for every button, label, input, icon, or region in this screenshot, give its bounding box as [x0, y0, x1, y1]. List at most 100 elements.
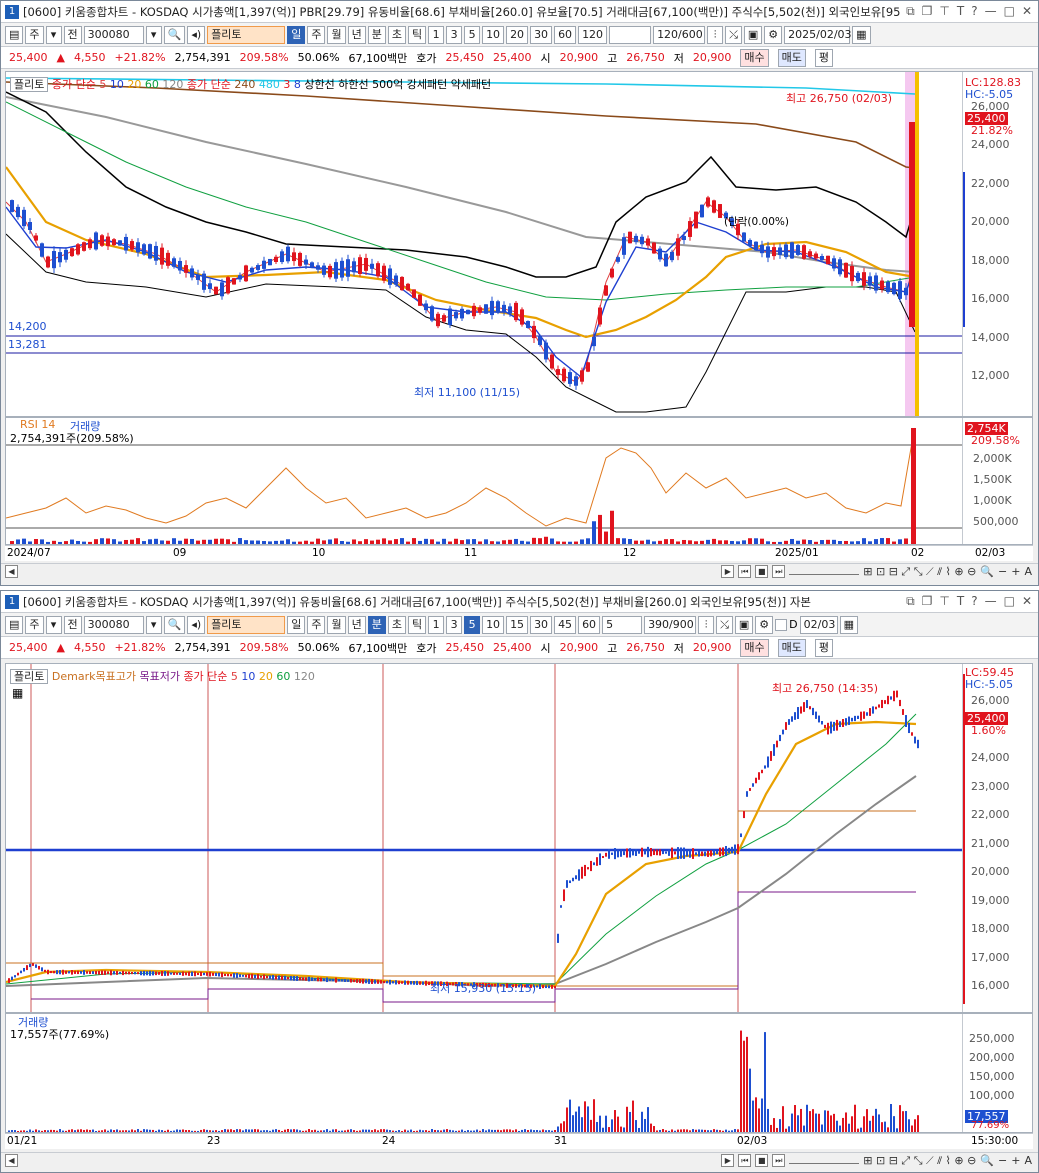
daily-price-chart[interactable]: 플리토 종가 단순 5 10 20 60 120 종가 단순 240 480 3… — [5, 71, 1033, 417]
dropdown-chevron-icon[interactable]: ▾ — [45, 615, 62, 634]
draw-icon[interactable]: ⤯ — [716, 615, 733, 634]
restore-icon[interactable]: ❐ — [922, 594, 933, 609]
zoom-icon[interactable]: 🔍 — [980, 565, 994, 578]
interval-1[interactable]: 1 — [428, 615, 445, 634]
stop-icon[interactable]: ■ — [755, 565, 769, 578]
code-dropdown-icon[interactable]: ▾ — [145, 25, 162, 44]
interval-30[interactable]: 30 — [530, 25, 553, 44]
search-icon[interactable]: 🔍 — [163, 25, 186, 44]
last-icon[interactable]: ⏭ — [772, 1154, 786, 1167]
zoom-slider[interactable] — [789, 569, 860, 575]
period-day[interactable]: 일 — [287, 615, 306, 634]
buy-button[interactable]: 매수 — [740, 638, 769, 657]
daily-volume-chart[interactable]: RSI 14 거래량 2,754,391주(209.58%) 2,754K 20… — [5, 417, 1033, 545]
text-icon[interactable]: A — [1024, 1154, 1032, 1167]
interval-5[interactable]: 5 — [464, 25, 481, 44]
first-icon[interactable]: ⏮ — [738, 1154, 752, 1167]
save-icon[interactable]: ▣ — [734, 615, 754, 634]
help-icon[interactable]: ? — [971, 4, 977, 19]
zoom-slider[interactable] — [789, 1158, 860, 1164]
data-count[interactable]: 390/900 — [644, 615, 697, 634]
period-year[interactable]: 년 — [347, 615, 366, 634]
prev-button[interactable]: 전 — [63, 615, 82, 634]
gear-icon[interactable]: ⚙ — [755, 615, 774, 634]
stock-code-input[interactable]: 300080 — [83, 25, 144, 44]
interval-30[interactable]: 30 — [530, 615, 553, 634]
interval-15[interactable]: 15 — [506, 615, 529, 634]
maximize-icon[interactable]: □ — [1004, 594, 1015, 609]
candle-icon[interactable]: ⫶ — [698, 615, 715, 634]
stock-name[interactable]: 플리토 — [207, 615, 286, 634]
eval-button[interactable]: 평 — [814, 48, 834, 67]
scroll-right-icon[interactable]: ▶ — [721, 565, 735, 578]
sell-button[interactable]: 매도 — [777, 48, 806, 67]
scroll-left-icon[interactable]: ◀ — [5, 565, 18, 578]
custom-interval-input[interactable] — [609, 25, 652, 44]
minimize-icon[interactable]: — — [985, 4, 997, 19]
gear-icon[interactable]: ⚙ — [764, 25, 783, 44]
interval-3[interactable]: 3 — [446, 25, 463, 44]
minute-scrollbar[interactable]: ◀ ▶ ⏮ ■ ⏭ ⊞ ⊡ ⊟ ⤢ ⤡ ⟋ ⫽ ⌇ ⊕ ⊖ 🔍 − + A — [1, 1152, 1038, 1168]
close-icon[interactable]: ✕ — [1022, 4, 1032, 19]
zoom-in-icon[interactable]: + — [1011, 565, 1020, 578]
chart-type-icon[interactable]: ▤ — [5, 25, 24, 44]
pin-icon[interactable]: ⊤ — [939, 594, 949, 609]
market-select[interactable]: 주 — [25, 25, 44, 44]
period-week[interactable]: 주 — [307, 615, 326, 634]
daily-scrollbar[interactable]: ◀ ▶ ⏮ ■ ⏭ ⊞ ⊡ ⊟ ⤢ ⤡ ⟋ ⫽ ⌇ ⊕ ⊖ 🔍 − + A — [1, 563, 1038, 579]
interval-120[interactable]: 120 — [578, 25, 608, 44]
period-week[interactable]: 주 — [307, 25, 326, 44]
stock-name[interactable]: 플리토 — [207, 25, 286, 44]
interval-60[interactable]: 60 — [554, 25, 577, 44]
table-icon[interactable]: ▦ — [12, 686, 23, 700]
zoom-out-icon[interactable]: − — [998, 1154, 1007, 1167]
sell-button[interactable]: 매도 — [777, 638, 806, 657]
scroll-right-icon[interactable]: ▶ — [721, 1154, 735, 1167]
date-checkbox[interactable] — [775, 618, 788, 631]
candle-icon[interactable]: ⫶ — [707, 25, 724, 44]
minute-price-chart[interactable]: 플리토 Demark목표고가 목표저가 종가 단순 5 10 20 60 120… — [5, 663, 1033, 1013]
market-select[interactable]: 주 — [25, 615, 44, 634]
zoom-out-icon[interactable]: − — [998, 565, 1007, 578]
code-dropdown-icon[interactable]: ▾ — [145, 615, 162, 634]
search-icon[interactable]: 🔍 — [163, 615, 186, 634]
interval-60[interactable]: 60 — [578, 615, 601, 634]
date-input[interactable]: 02/03 — [799, 615, 838, 634]
period-month[interactable]: 월 — [327, 615, 346, 634]
calendar-icon[interactable]: ▦ — [852, 25, 871, 44]
link-icon[interactable]: ⧉ — [906, 4, 915, 19]
legend-stock-name[interactable]: 플리토 — [10, 669, 49, 684]
font-icon[interactable]: T — [957, 594, 964, 609]
maximize-icon[interactable]: □ — [1004, 4, 1015, 19]
interval-5[interactable]: 5 — [464, 615, 481, 634]
interval-10[interactable]: 10 — [482, 25, 505, 44]
interval-20[interactable]: 20 — [506, 25, 529, 44]
legend-stock-name[interactable]: 플리토 — [10, 77, 49, 92]
scroll-left-icon[interactable]: ◀ — [5, 1154, 18, 1167]
save-icon[interactable]: ▣ — [743, 25, 763, 44]
link-icon[interactable]: ⧉ — [906, 594, 915, 609]
interval-45[interactable]: 45 — [554, 615, 577, 634]
tool-icons[interactable]: ⊞ ⊡ ⊟ ⤢ ⤡ ⟋ ⫽ ⌇ ⊕ ⊖ — [863, 1154, 976, 1168]
font-icon[interactable]: T — [957, 4, 964, 19]
period-tick[interactable]: 틱 — [407, 25, 427, 44]
draw-icon[interactable]: ⤯ — [725, 25, 742, 44]
period-second[interactable]: 초 — [387, 25, 406, 44]
stock-code-input[interactable]: 300080 — [83, 615, 144, 634]
interval-10[interactable]: 10 — [482, 615, 505, 634]
eval-button[interactable]: 평 — [814, 638, 834, 657]
first-icon[interactable]: ⏮ — [738, 565, 752, 578]
last-icon[interactable]: ⏭ — [772, 565, 786, 578]
period-second[interactable]: 초 — [387, 615, 406, 634]
help-icon[interactable]: ? — [971, 594, 977, 609]
restore-icon[interactable]: ❐ — [922, 4, 933, 19]
stop-icon[interactable]: ■ — [755, 1154, 769, 1167]
zoom-icon[interactable]: 🔍 — [980, 1154, 994, 1167]
period-minute[interactable]: 분 — [367, 615, 386, 634]
minimize-icon[interactable]: — — [985, 594, 997, 609]
close-icon[interactable]: ✕ — [1022, 594, 1032, 609]
dropdown-chevron-icon[interactable]: ▾ — [45, 25, 62, 44]
text-icon[interactable]: A — [1024, 565, 1032, 578]
interval-1[interactable]: 1 — [428, 25, 445, 44]
pin-icon[interactable]: ⊤ — [939, 4, 949, 19]
